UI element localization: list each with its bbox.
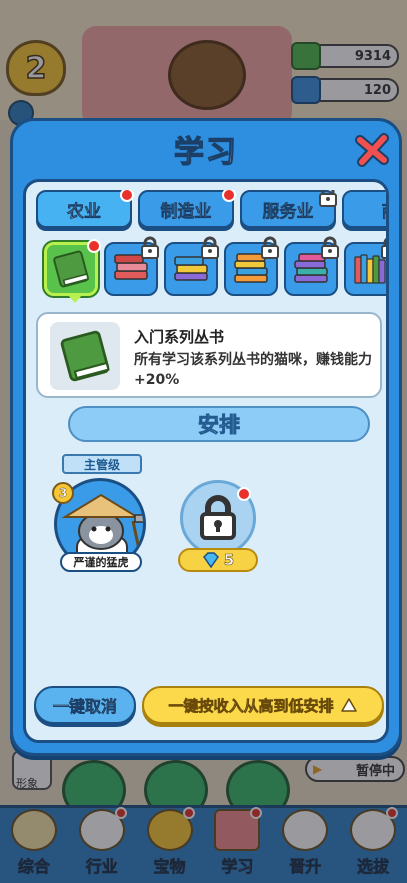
book-info-card: 入门系列丛书 所有学习该系列丛书的猫咪，赚钱能力+20% <box>36 312 382 398</box>
book-slot-purple[interactable] <box>284 236 339 296</box>
book-preview <box>50 322 120 390</box>
close-button[interactable] <box>353 131 391 169</box>
cat-level-badge: 3 <box>52 482 74 504</box>
book-description: 所有学习该系列丛书的猫咪，赚钱能力+20% <box>134 352 372 388</box>
triangle-icon <box>340 698 357 712</box>
lock-icon <box>201 236 219 259</box>
green-book-icon <box>60 330 110 382</box>
book-slot-yellow[interactable] <box>164 236 219 296</box>
modal-title: 学习 <box>173 134 238 170</box>
lock-icon <box>321 236 339 259</box>
modal-content: 农业 制造业 服务业 商 <box>23 179 389 743</box>
role-tag: 主管级 <box>62 454 142 474</box>
notification-dot <box>120 190 134 202</box>
study-modal: 学习 农业 制造业 服务业 入门系列丛书 所有学习该系列丛书的猫咪，赚钱能力+2… <box>10 118 402 756</box>
green-book-icon <box>53 250 89 288</box>
arrange-header: 安排 <box>68 406 370 442</box>
book-slot-orange[interactable] <box>224 236 279 296</box>
tab-service[interactable]: 服务业 <box>240 190 337 228</box>
lock-icon <box>381 237 386 259</box>
industry-tabs: 农业 制造业 服务业 商 <box>36 190 386 232</box>
notification-dot <box>87 239 101 253</box>
book-title: 入门系列丛书 <box>134 328 225 346</box>
close-icon <box>355 133 389 167</box>
diamond-icon <box>202 552 219 568</box>
book-slot-rainbow[interactable] <box>344 237 386 296</box>
tab-manufacturing[interactable]: 制造业 <box>138 190 236 228</box>
cat-name: 严谨的猛虎 <box>60 552 142 572</box>
tab-commerce[interactable]: 商 <box>342 190 386 228</box>
cancel-all-button[interactable]: 一键取消 <box>34 686 136 724</box>
notification-dot <box>222 190 236 202</box>
locked-cat-slot[interactable] <box>180 480 256 556</box>
lock-icon <box>200 495 236 540</box>
book-slot-red[interactable] <box>104 236 159 296</box>
auto-arrange-button[interactable]: 一键按收入从高到低安排 <box>142 686 384 724</box>
lock-icon <box>319 190 337 207</box>
unlock-cost-button[interactable]: 5 <box>178 548 258 572</box>
book-series-list <box>36 236 386 308</box>
notification-dot <box>237 487 251 501</box>
book-slot-green[interactable] <box>44 239 101 303</box>
lock-icon <box>141 236 159 259</box>
tab-agriculture[interactable]: 农业 <box>36 190 134 228</box>
lock-icon <box>261 236 279 259</box>
